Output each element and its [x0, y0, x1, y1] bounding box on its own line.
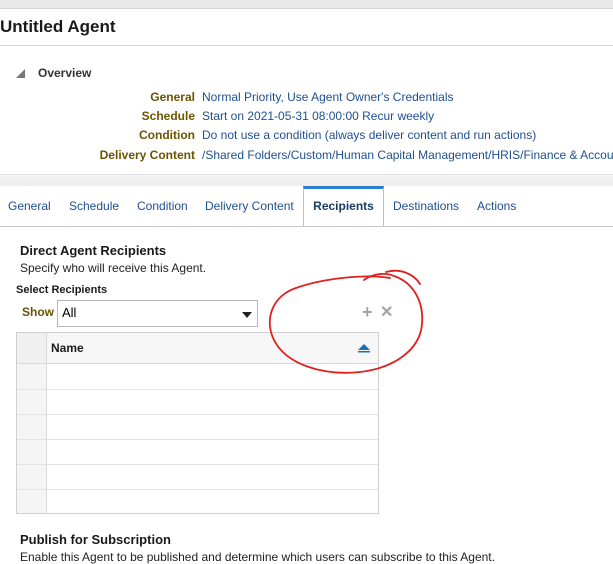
top-border-strip — [0, 0, 613, 9]
tab-bar: General Schedule Condition Delivery Cont… — [0, 186, 613, 227]
chevron-down-icon — [242, 312, 252, 318]
table-row[interactable] — [17, 414, 378, 440]
select-recipients-label: Select Recipients — [16, 284, 108, 296]
recipients-title: Direct Agent Recipients — [20, 243, 167, 258]
table-row[interactable] — [17, 464, 378, 490]
overview-row-condition: Condition Do not use a condition (always… — [0, 128, 613, 147]
overview-heading[interactable]: Overview — [38, 66, 91, 80]
overview-label: Condition — [139, 128, 195, 142]
table-row[interactable] — [17, 389, 378, 415]
tab-schedule[interactable]: Schedule — [69, 186, 119, 226]
overview-row-general: General Normal Priority, Use Agent Owner… — [0, 90, 613, 109]
overview-section: Overview General Normal Priority, Use Ag… — [0, 46, 613, 174]
overview-value[interactable]: /Shared Folders/Custom/Human Capital Man… — [202, 148, 613, 162]
publish-description: Enable this Agent to be published and de… — [20, 550, 495, 564]
overview-label: General — [150, 90, 195, 104]
show-select-value: All — [62, 305, 77, 320]
tab-condition[interactable]: Condition — [137, 186, 188, 226]
tab-recipients[interactable]: Recipients — [303, 186, 384, 226]
table-row[interactable] — [17, 439, 378, 465]
corner-cell — [17, 333, 47, 363]
plus-icon[interactable]: + — [362, 302, 373, 323]
recipients-panel: Direct Agent Recipients Specify who will… — [0, 227, 613, 564]
overview-row-schedule: Schedule Start on 2021-05-31 08:00:00 Re… — [0, 109, 613, 128]
overview-value[interactable]: Normal Priority, Use Agent Owner's Crede… — [202, 90, 454, 104]
table-header: Name — [17, 333, 378, 364]
tab-destinations[interactable]: Destinations — [393, 186, 459, 226]
publish-title: Publish for Subscription — [20, 532, 171, 547]
overview-value[interactable]: Start on 2021-05-31 08:00:00 Recur weekl… — [202, 109, 434, 123]
page-title: Untitled Agent — [0, 17, 116, 36]
show-select[interactable]: All — [57, 300, 258, 327]
overview-label: Schedule — [141, 109, 195, 123]
title-bar: Untitled Agent — [0, 9, 613, 46]
show-label: Show — [22, 305, 54, 319]
close-icon[interactable]: ✕ — [380, 302, 393, 322]
column-header-name[interactable]: Name — [51, 341, 84, 355]
tab-delivery-content[interactable]: Delivery Content — [205, 186, 294, 226]
recipients-description: Specify who will receive this Agent. — [20, 261, 207, 275]
overview-label: Delivery Content — [99, 148, 195, 162]
sort-ascending-icon[interactable] — [357, 342, 371, 353]
recipients-table: Name — [16, 332, 379, 514]
overview-value[interactable]: Do not use a condition (always deliver c… — [202, 128, 536, 142]
tab-actions[interactable]: Actions — [477, 186, 516, 226]
overview-row-delivery-content: Delivery Content /Shared Folders/Custom/… — [0, 148, 613, 167]
table-row[interactable] — [17, 364, 378, 390]
triangle-expanded-icon[interactable] — [16, 69, 25, 78]
table-row[interactable] — [17, 489, 378, 514]
tab-general[interactable]: General — [8, 186, 51, 226]
